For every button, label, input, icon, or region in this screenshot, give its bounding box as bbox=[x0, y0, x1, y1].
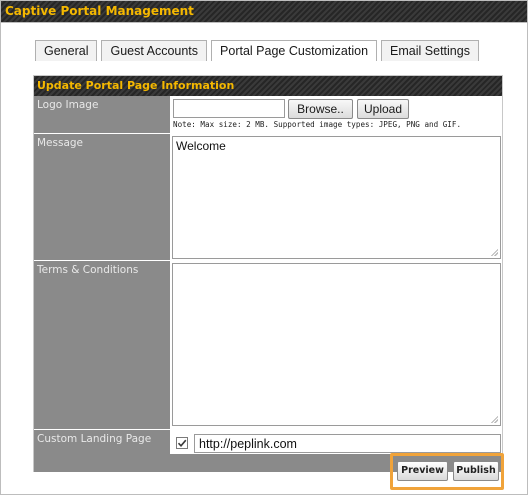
update-portal-panel: Update Portal Page Information Logo Imag… bbox=[33, 75, 503, 472]
landing-page-value-cell: http://peplink.com bbox=[170, 430, 502, 454]
message-text: Welcome bbox=[176, 139, 226, 153]
message-value-cell: Welcome bbox=[170, 134, 502, 260]
tab-email-settings[interactable]: Email Settings bbox=[381, 40, 479, 61]
browse-button[interactable]: Browse.. bbox=[288, 99, 353, 119]
tab-bar: General Guest Accounts Portal Page Custo… bbox=[35, 40, 483, 61]
message-label: Message bbox=[37, 137, 84, 149]
checkmark-icon bbox=[177, 439, 187, 447]
logo-image-label-cell: Logo Image bbox=[34, 96, 170, 133]
message-textarea[interactable]: Welcome bbox=[172, 136, 501, 259]
landing-page-label: Custom Landing Page bbox=[37, 433, 152, 445]
message-label-cell: Message bbox=[34, 134, 170, 260]
title-bar: Captive Portal Management bbox=[1, 1, 527, 23]
landing-page-row: Custom Landing Page http://peplink.com bbox=[34, 430, 502, 454]
terms-label: Terms & Conditions bbox=[37, 264, 139, 276]
panel-header: Update Portal Page Information bbox=[34, 76, 502, 96]
resize-grip-icon[interactable] bbox=[490, 415, 498, 423]
preview-button[interactable]: Preview bbox=[397, 461, 448, 481]
terms-label-cell: Terms & Conditions bbox=[34, 261, 170, 429]
publish-button[interactable]: Publish bbox=[453, 461, 499, 481]
landing-page-url-input[interactable]: http://peplink.com bbox=[194, 434, 501, 453]
logo-image-value-cell: Browse.. Upload Note: Max size: 2 MB. Su… bbox=[170, 96, 502, 133]
tab-portal-page-customization[interactable]: Portal Page Customization bbox=[211, 40, 378, 61]
terms-textarea[interactable] bbox=[172, 263, 501, 426]
logo-file-path-field[interactable] bbox=[173, 99, 285, 118]
logo-image-row: Logo Image Browse.. Upload Note: Max siz… bbox=[34, 96, 502, 133]
captive-portal-window: Captive Portal Management General Guest … bbox=[0, 0, 528, 495]
window-title: Captive Portal Management bbox=[5, 4, 194, 18]
tab-guest-accounts[interactable]: Guest Accounts bbox=[101, 40, 208, 61]
terms-value-cell bbox=[170, 261, 502, 429]
message-row: Message Welcome bbox=[34, 134, 502, 260]
panel-title: Update Portal Page Information bbox=[37, 79, 235, 92]
landing-page-label-cell: Custom Landing Page bbox=[34, 430, 170, 454]
resize-grip-icon[interactable] bbox=[490, 248, 498, 256]
terms-row: Terms & Conditions bbox=[34, 261, 502, 429]
logo-upload-note: Note: Max size: 2 MB. Supported image ty… bbox=[173, 120, 462, 129]
logo-image-label: Logo Image bbox=[37, 99, 99, 111]
tab-general[interactable]: General bbox=[35, 40, 98, 61]
landing-page-checkbox[interactable] bbox=[176, 437, 188, 449]
upload-button[interactable]: Upload bbox=[357, 99, 409, 119]
